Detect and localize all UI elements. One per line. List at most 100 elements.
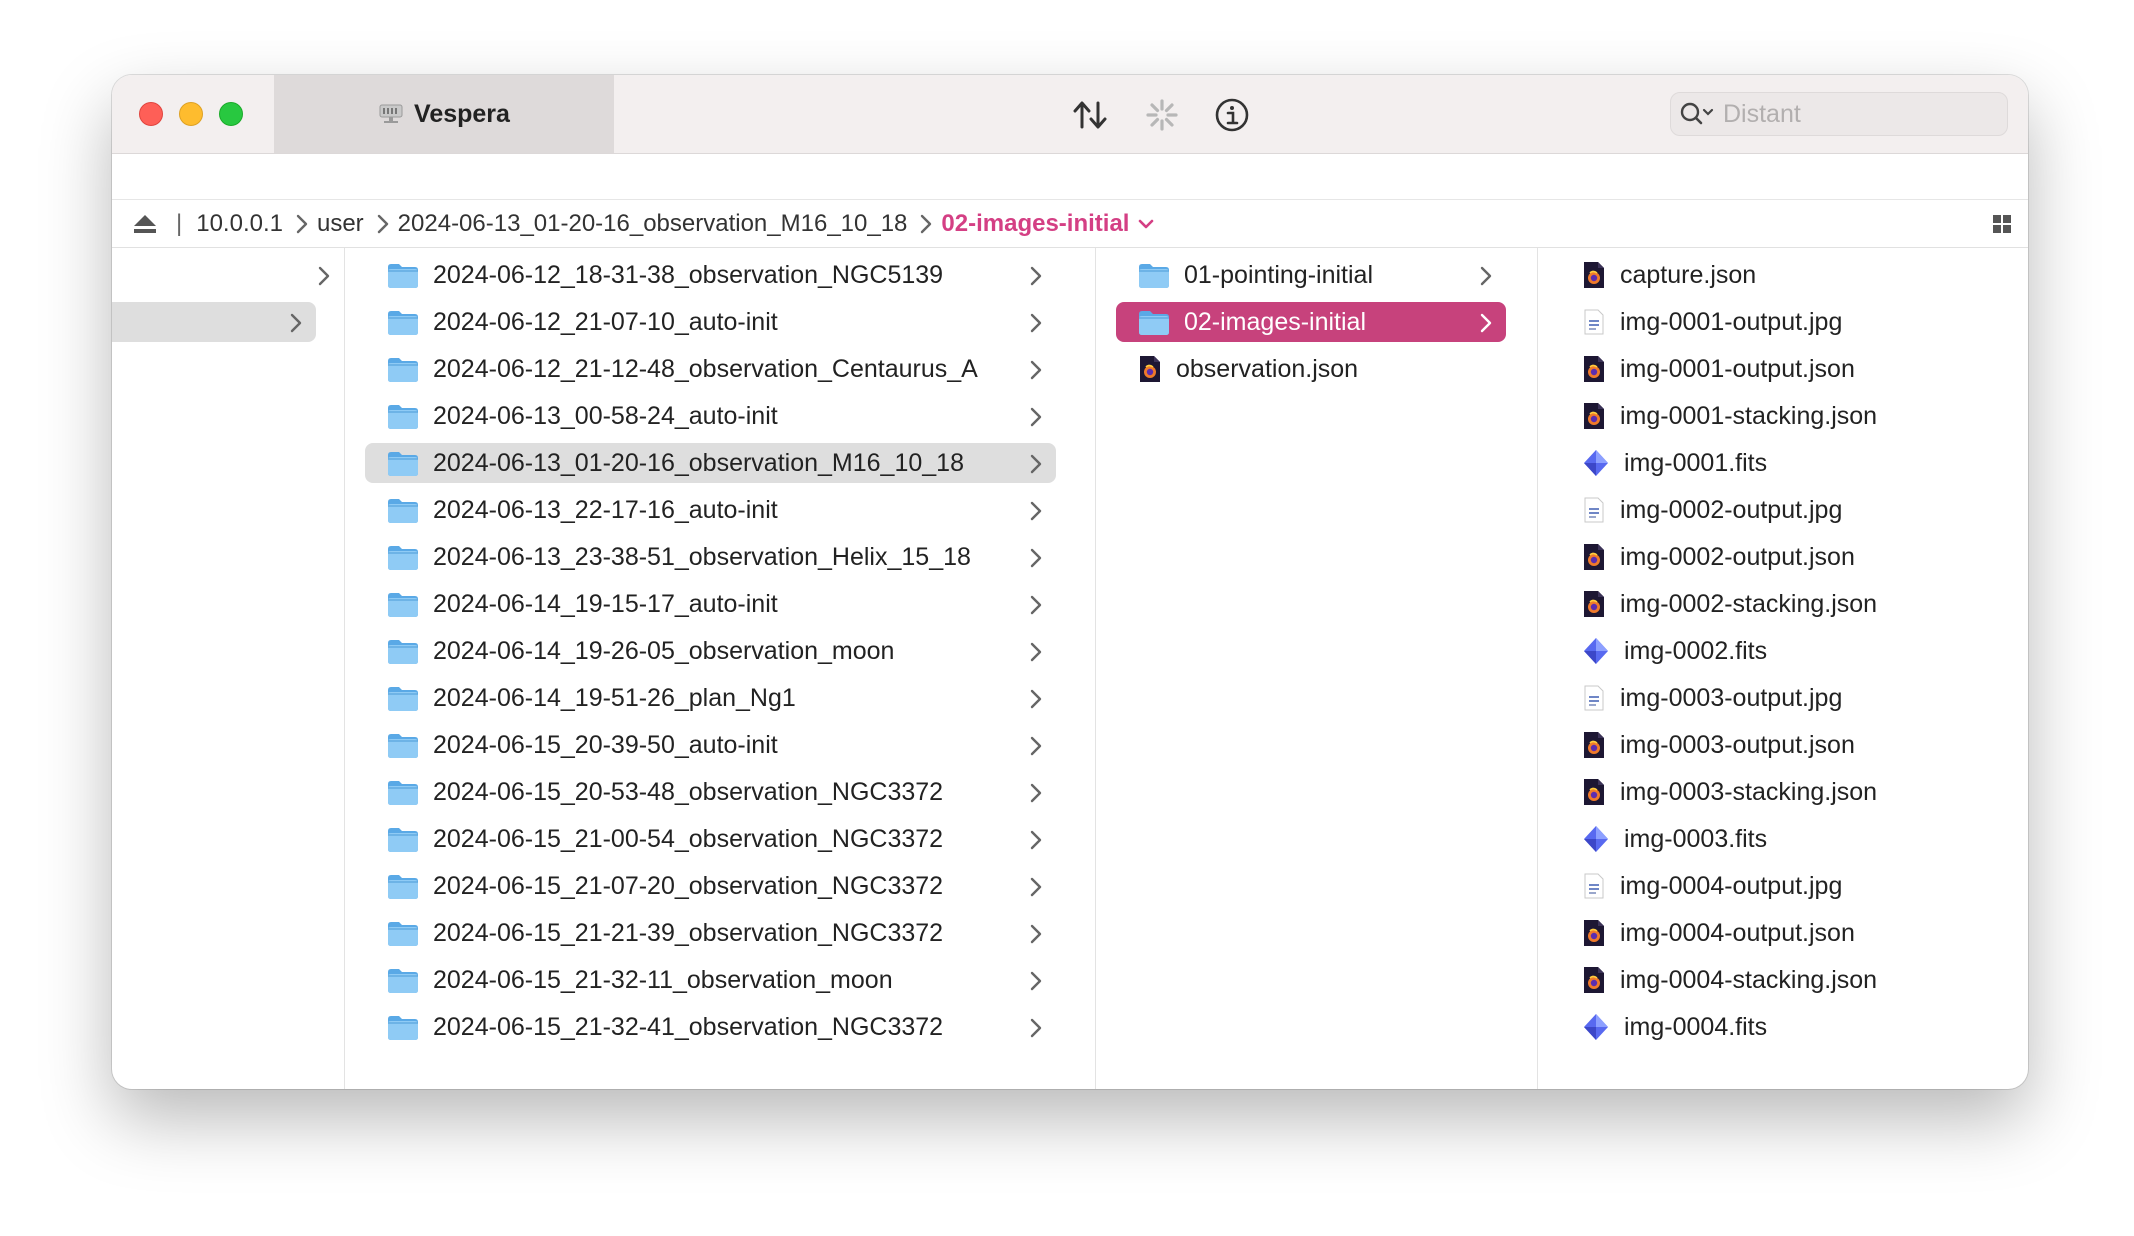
eject-icon[interactable] bbox=[132, 213, 158, 235]
path-separator: | bbox=[176, 209, 183, 237]
folder-row[interactable]: 2024-06-15_20-53-48_observation_NGC3372 bbox=[365, 772, 1056, 812]
folder-row[interactable]: 02-images-initial bbox=[1116, 302, 1506, 342]
file-row[interactable]: img-0002-stacking.json bbox=[1558, 584, 1998, 624]
folder-row[interactable]: 2024-06-15_21-07-20_observation_NGC3372 bbox=[365, 866, 1056, 906]
file-row[interactable]: img-0003-output.jpg bbox=[1558, 678, 1998, 718]
item-label: img-0004-stacking.json bbox=[1620, 965, 1878, 994]
json-file-icon bbox=[1582, 261, 1606, 289]
sort-arrows-icon bbox=[1073, 101, 1107, 129]
column-3[interactable]: 01-pointing-initial 02-images-initial obse… bbox=[1096, 248, 1538, 1089]
file-row[interactable]: img-0004-output.jpg bbox=[1558, 866, 1998, 906]
folder-row[interactable]: 2024-06-15_20-39-50_auto-init bbox=[365, 725, 1056, 765]
folder-row[interactable]: 2024-06-15_21-21-39_observation_NGC3372 bbox=[365, 913, 1056, 953]
folder-icon bbox=[387, 496, 419, 524]
search-input[interactable] bbox=[1721, 98, 1975, 130]
column-1[interactable] bbox=[112, 248, 345, 1089]
file-row[interactable]: img-0003-stacking.json bbox=[1558, 772, 1998, 812]
item-label: img-0001.fits bbox=[1624, 448, 1768, 477]
chevron-right-icon bbox=[1478, 265, 1494, 287]
chevron-right-icon bbox=[1028, 641, 1044, 663]
file-row[interactable]: img-0001-output.json bbox=[1558, 349, 1998, 389]
file-row[interactable]: img-0001-stacking.json bbox=[1558, 396, 1998, 436]
tab-title: Vespera bbox=[414, 99, 510, 128]
breadcrumb: | 10.0.0.1 user 2024-06-13_01-20-16_obse… bbox=[112, 200, 2028, 248]
folder-row[interactable]: 2024-06-14_19-15-17_auto-init bbox=[365, 584, 1056, 624]
chevron-down-icon[interactable] bbox=[1137, 217, 1155, 231]
info-icon bbox=[1215, 98, 1249, 132]
folder-row[interactable]: 2024-06-13_22-17-16_auto-init bbox=[365, 490, 1056, 530]
finder-window: Vespera Distant | 10.0.0.1 user 2024-06-… bbox=[112, 75, 2028, 1089]
file-row[interactable]: img-0004-output.json bbox=[1558, 913, 1998, 953]
folder-icon bbox=[387, 825, 419, 853]
file-row[interactable]: img-0002.fits bbox=[1558, 631, 1998, 671]
json-file-icon bbox=[1138, 355, 1162, 383]
chevron-right-icon bbox=[1028, 406, 1044, 428]
folder-icon bbox=[387, 872, 419, 900]
item-label: 01-pointing-initial bbox=[1184, 260, 1374, 289]
folder-row[interactable]: 2024-06-13_01-20-16_observation_M16_10_1… bbox=[365, 443, 1056, 483]
folder-row[interactable]: 2024-06-14_19-26-05_observation_moon bbox=[365, 631, 1056, 671]
minimize-window-button[interactable] bbox=[179, 102, 203, 126]
folder-row[interactable]: 2024-06-12_21-12-48_observation_Centauru… bbox=[365, 349, 1056, 389]
item-label: 2024-06-15_21-32-41_observation_NGC3372 bbox=[433, 1012, 944, 1041]
close-window-button[interactable] bbox=[139, 102, 163, 126]
file-row[interactable]: img-0002-output.jpg bbox=[1558, 490, 1998, 530]
item-label: 2024-06-13_00-58-24_auto-init bbox=[433, 401, 778, 430]
item-label: img-0003-stacking.json bbox=[1620, 777, 1878, 806]
chevron-right-icon bbox=[1028, 312, 1044, 334]
column-2[interactable]: 2024-06-12_18-31-38_observation_NGC5139 2… bbox=[345, 248, 1096, 1089]
item-label: 2024-06-13_22-17-16_auto-init bbox=[433, 495, 778, 524]
file-row[interactable]: capture.json bbox=[1558, 255, 1998, 295]
folder-row[interactable]: 2024-06-15_21-00-54_observation_NGC3372 bbox=[365, 819, 1056, 859]
file-row[interactable]: img-0004-stacking.json bbox=[1558, 960, 1998, 1000]
file-row[interactable]: img-0003.fits bbox=[1558, 819, 1998, 859]
zoom-window-button[interactable] bbox=[219, 102, 243, 126]
item-label: 2024-06-15_21-07-20_observation_NGC3372 bbox=[433, 871, 944, 900]
folder-icon bbox=[387, 308, 419, 336]
item-label: 2024-06-13_23-38-51_observation_Helix_15… bbox=[433, 542, 971, 571]
search-field[interactable] bbox=[1670, 92, 2008, 136]
crumb-user[interactable]: user bbox=[317, 210, 364, 238]
chevron-right-icon bbox=[1028, 829, 1044, 851]
chevron-right-icon bbox=[1028, 453, 1044, 475]
fits-file-icon bbox=[1582, 825, 1610, 853]
sort-button[interactable] bbox=[1068, 93, 1112, 137]
folder-row[interactable]: 2024-06-15_21-32-41_observation_NGC3372 bbox=[365, 1007, 1056, 1047]
crumb-observation[interactable]: 2024-06-13_01-20-16_observation_M16_10_1… bbox=[398, 210, 908, 238]
folder-row[interactable]: 2024-06-13_00-58-24_auto-init bbox=[365, 396, 1056, 436]
fits-file-icon bbox=[1582, 449, 1610, 477]
folder-row[interactable]: 2024-06-12_18-31-38_observation_NGC5139 bbox=[365, 255, 1056, 295]
folder-row[interactable]: 2024-06-14_19-51-26_plan_Ng1 bbox=[365, 678, 1056, 718]
column1-row-selected[interactable] bbox=[112, 302, 316, 342]
folder-row[interactable]: 2024-06-13_23-38-51_observation_Helix_15… bbox=[365, 537, 1056, 577]
activity-button[interactable] bbox=[1140, 93, 1184, 137]
tab-vespera[interactable]: Vespera bbox=[274, 75, 614, 153]
folder-row[interactable]: 2024-06-15_21-32-11_observation_moon bbox=[365, 960, 1056, 1000]
image-file-icon bbox=[1582, 872, 1606, 900]
item-label: 2024-06-15_21-00-54_observation_NGC3372 bbox=[433, 824, 944, 853]
file-row[interactable]: img-0002-output.json bbox=[1558, 537, 1998, 577]
file-row[interactable]: img-0001.fits bbox=[1558, 443, 1998, 483]
column1-row[interactable] bbox=[112, 255, 344, 295]
column-4[interactable]: capture.json img-0001-output.jpg img-0001-… bbox=[1538, 248, 2028, 1089]
item-label: 2024-06-13_01-20-16_observation_M16_10_1… bbox=[433, 448, 964, 477]
info-button[interactable] bbox=[1210, 93, 1254, 137]
folder-icon bbox=[387, 731, 419, 759]
json-file-icon bbox=[1582, 731, 1606, 759]
grid-view-icon[interactable] bbox=[1992, 214, 2012, 234]
json-file-icon bbox=[1582, 355, 1606, 383]
file-row[interactable]: img-0003-output.json bbox=[1558, 725, 1998, 765]
folder-icon bbox=[387, 449, 419, 477]
file-row[interactable]: img-0001-output.jpg bbox=[1558, 302, 1998, 342]
crumb-host[interactable]: 10.0.0.1 bbox=[196, 210, 283, 238]
chevron-right-icon bbox=[1028, 970, 1044, 992]
crumb-current[interactable]: 02-images-initial bbox=[941, 210, 1129, 238]
folder-icon bbox=[387, 590, 419, 618]
folder-row[interactable]: 01-pointing-initial bbox=[1116, 255, 1506, 295]
file-row[interactable]: observation.json bbox=[1116, 349, 1506, 389]
item-label: capture.json bbox=[1620, 260, 1757, 289]
folder-row[interactable]: 2024-06-12_21-07-10_auto-init bbox=[365, 302, 1056, 342]
file-row[interactable]: img-0004.fits bbox=[1558, 1007, 1998, 1047]
fits-file-icon bbox=[1582, 637, 1610, 665]
item-label: 2024-06-12_18-31-38_observation_NGC5139 bbox=[433, 260, 944, 289]
